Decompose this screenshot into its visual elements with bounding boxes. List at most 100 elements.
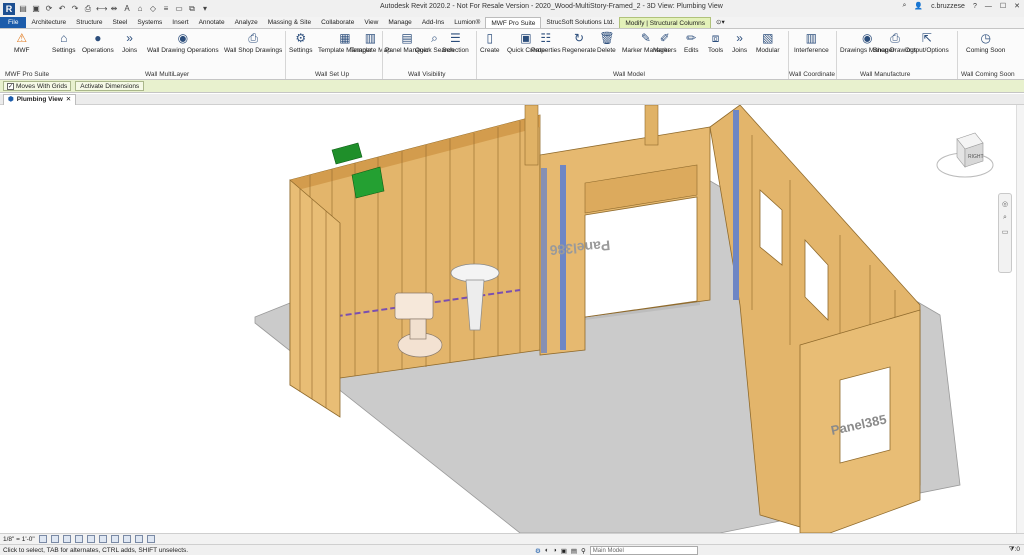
visual-style-icon[interactable] [50, 535, 59, 543]
customize-qat-icon[interactable]: ▾ [200, 4, 210, 14]
main-model-select[interactable]: Main Model [589, 546, 698, 555]
selection-button[interactable]: ☰ Selection [442, 31, 469, 54]
create-button[interactable]: ▯ Create [480, 31, 500, 54]
tab-structure[interactable]: Structure [71, 17, 107, 28]
template-map-icon: ▥ [364, 31, 377, 45]
zoom-extents-icon[interactable]: ▭ [999, 228, 1011, 236]
section-icon[interactable]: ◇ [148, 4, 158, 14]
ribbon-tabs: File Architecture Structure Steel System… [0, 17, 1024, 28]
magnifier-icon: ⌕ [431, 31, 438, 45]
redo-icon[interactable]: ↷ [70, 4, 80, 14]
detail-level-icon[interactable] [38, 535, 47, 543]
select-links-icon[interactable]: ▣ [561, 547, 567, 555]
thin-lines-icon[interactable]: ≡ [161, 4, 171, 14]
switch-windows-icon[interactable]: ⧉ [187, 4, 197, 14]
tab-collaborate[interactable]: Collaborate [316, 17, 359, 28]
select-pinned-icon[interactable]: ⚲ [581, 547, 586, 555]
3d-viewport[interactable]: Panel386 Panel385 RIGHT ◎ ⌕ ▭ [0, 105, 1016, 533]
close-button[interactable]: ✕ [1014, 2, 1020, 10]
tab-view[interactable]: View [359, 17, 383, 28]
tab-strucsoft[interactable]: StrucSoft Solutions Ltd. [541, 17, 619, 28]
tab-lumion[interactable]: Lumion® [449, 17, 485, 28]
tab-architecture[interactable]: Architecture [26, 17, 71, 28]
minimize-button[interactable]: — [985, 3, 992, 10]
navigation-bar[interactable]: ◎ ⌕ ▭ [998, 193, 1012, 273]
user-name[interactable]: c.bruzzese [931, 3, 965, 10]
render-icon[interactable] [86, 535, 95, 543]
tab-systems[interactable]: Systems [132, 17, 167, 28]
tab-steel[interactable]: Steel [108, 17, 133, 28]
design-options-icon[interactable]: ◑ [553, 547, 557, 554]
3d-view-icon[interactable]: ⌂ [135, 4, 145, 14]
tab-file[interactable]: File [0, 17, 27, 28]
text-icon[interactable]: A [122, 4, 132, 14]
markers-icon: ✐ [659, 31, 670, 45]
sun-path-icon[interactable] [62, 535, 71, 543]
crop-view-icon[interactable] [98, 535, 107, 543]
edits-button[interactable]: ✏ Edits [684, 31, 698, 54]
show-crop-icon[interactable] [110, 535, 119, 543]
lock-view-icon[interactable] [122, 535, 131, 543]
coming-soon-button[interactable]: ◷ Coming Soon [966, 31, 1005, 54]
tab-modify-structural-columns[interactable]: Modify | Structural Columns [619, 17, 712, 28]
close-icon[interactable]: ✕ [66, 95, 71, 105]
print-icon[interactable]: ⎙ [83, 4, 93, 14]
tab-massing-site[interactable]: Massing & Site [263, 17, 316, 28]
open-icon[interactable]: ▤ [18, 4, 28, 14]
zoom-icon[interactable]: ⌕ [999, 214, 1011, 222]
tools-button[interactable]: ⧈ Tools [708, 31, 723, 54]
view-cube[interactable]: RIGHT [935, 127, 995, 187]
maximize-button[interactable]: ☐ [1000, 2, 1006, 10]
wall-setup-settings-button[interactable]: ⚙ Settings [289, 31, 313, 54]
operations-button[interactable]: ● Operations [82, 31, 114, 54]
editable-only-icon[interactable]: ◐ [545, 547, 549, 554]
settings-button[interactable]: ⌂ Settings [52, 31, 76, 54]
select-underlay-icon[interactable]: ▤ [571, 547, 577, 555]
panel-label-wall-multilayer: Wall MultiLayer [145, 71, 190, 78]
save-icon[interactable]: ▣ [31, 4, 41, 14]
filter-count[interactable]: ⧩:0 [1009, 546, 1020, 554]
view-tabs: ⬢ Plumbing View ✕ [0, 94, 1024, 105]
user-icon[interactable]: 👤 [914, 2, 923, 10]
tab-manage[interactable]: Manage [383, 17, 417, 28]
tab-insert[interactable]: Insert [167, 17, 193, 28]
tab-annotate[interactable]: Annotate [194, 17, 230, 28]
moves-with-grids-checkbox[interactable]: ✓ Moves With Grids [3, 81, 72, 91]
mwf-button[interactable]: ⚠ MWF [14, 31, 30, 54]
interference-button[interactable]: ▥ Interference [794, 31, 829, 54]
panel-label-wall-coming-soon: Wall Coming Soon [961, 71, 1015, 78]
activate-dimensions-button[interactable]: Activate Dimensions [75, 81, 145, 91]
modular-icon: ▧ [762, 31, 774, 45]
dimension-icon[interactable]: ⇹ [109, 4, 119, 14]
tab-add-ins[interactable]: Add-Ins [417, 17, 449, 28]
temporary-hide-icon[interactable] [134, 535, 143, 543]
vertical-scrollbar[interactable] [1016, 105, 1024, 533]
ribbon-minimize-icon[interactable]: ⊙▾ [711, 17, 730, 28]
reveal-hidden-icon[interactable] [146, 535, 155, 543]
joins-button[interactable]: » Joins [122, 31, 137, 54]
tab-analyze[interactable]: Analyze [230, 17, 263, 28]
shadows-icon[interactable] [74, 535, 83, 543]
tab-plumbing-view[interactable]: ⬢ Plumbing View ✕ [3, 94, 77, 105]
modular-button[interactable]: ▧ Modular [756, 31, 779, 54]
wall-drawing-operations-button[interactable]: ◉ Wall Drawing Operations [147, 31, 219, 54]
markers-button[interactable]: ✐ Markers [653, 31, 676, 54]
steering-wheel-icon[interactable]: ◎ [999, 200, 1011, 208]
help-icon[interactable]: ? [973, 3, 977, 10]
measure-icon[interactable]: ⟷ [96, 4, 107, 14]
revit-logo-icon[interactable]: R [3, 2, 15, 15]
sync-icon[interactable]: ⟳ [44, 4, 54, 14]
wall-shop-drawings-button[interactable]: ⎙ Wall Shop Drawings [224, 31, 282, 54]
search-icon[interactable]: ⌕ [902, 2, 906, 10]
properties-button[interactable]: ☷ Properties [531, 31, 561, 54]
delete-button[interactable]: 🗑 Delete [597, 31, 616, 54]
close-hidden-icon[interactable]: ▭ [174, 4, 184, 14]
model-joins-button[interactable]: » Joins [732, 31, 747, 54]
undo-icon[interactable]: ↶ [57, 4, 67, 14]
worksets-icon[interactable]: ⚙ [535, 547, 541, 555]
tab-mwf-pro-suite[interactable]: MWF Pro Suite [485, 17, 542, 28]
output-options-button[interactable]: ⇱ Output/Options [905, 31, 949, 54]
view-scale[interactable]: 1/8" = 1'-0" [3, 536, 35, 543]
status-message: Click to select, TAB for alternates, CTR… [3, 546, 189, 554]
regenerate-button[interactable]: ↻ Regenerate [562, 31, 596, 54]
